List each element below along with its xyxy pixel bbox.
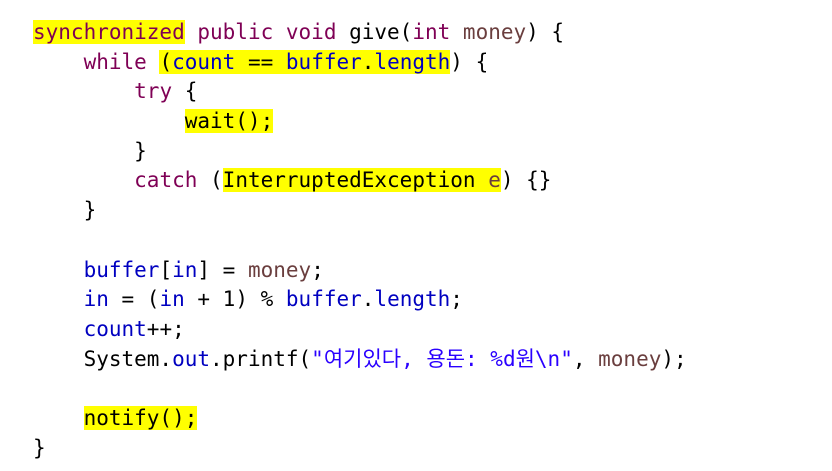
highlighted-token: notify();	[83, 405, 198, 430]
code-token: public	[197, 20, 274, 44]
code-line: }	[33, 137, 687, 167]
code-token: void	[285, 20, 337, 44]
code-token: money	[462, 20, 527, 44]
code-token: catch	[134, 168, 198, 193]
code-line: notify();	[33, 404, 687, 434]
code-token: count	[83, 316, 147, 341]
code-token: .	[361, 287, 375, 312]
code-token: ) {	[526, 20, 565, 44]
code-token: in	[159, 287, 185, 312]
code-token: int	[412, 20, 451, 44]
code-line: while (count == buffer.length) {	[33, 48, 687, 78]
code-line: synchronized public void give(int money)…	[33, 18, 687, 48]
code-line: System.out.printf("여기있다, 용돈: %d원\n", mon…	[33, 345, 687, 375]
highlighted-token: InterruptedException	[222, 168, 489, 193]
code-token: .printf(	[210, 346, 312, 371]
code-token: in	[83, 287, 109, 312]
code-token: money	[598, 346, 662, 371]
code-token: System.	[33, 346, 173, 371]
code-token: }	[33, 198, 97, 223]
code-token: out	[172, 346, 211, 371]
highlighted-token: .	[361, 49, 375, 74]
code-token: try	[134, 79, 173, 104]
code-token: ;	[450, 287, 463, 312]
code-token: give(	[336, 20, 413, 44]
code-token: in	[172, 257, 198, 282]
code-line: count++;	[33, 315, 687, 345]
highlighted-token: count	[172, 49, 236, 74]
code-line: }	[33, 434, 687, 464]
highlighted-token: buffer	[285, 49, 362, 74]
code-token: ) {	[450, 49, 489, 74]
code-token: (	[197, 168, 223, 193]
code-line: buffer[in] = money;	[33, 256, 687, 286]
code-token: [	[159, 257, 173, 282]
highlighted-token: synchronized	[33, 20, 185, 44]
code-token: );	[661, 346, 687, 371]
code-token: ;	[311, 257, 324, 282]
code-token: + 1) %	[184, 287, 286, 312]
code-token: ) {}	[500, 168, 552, 193]
code-token: }	[33, 435, 46, 460]
code-line: catch (InterruptedException e) {}	[33, 166, 687, 196]
code-token: money	[247, 257, 312, 282]
code-token: {	[172, 79, 198, 104]
code-token: ] =	[197, 257, 248, 282]
code-line: in = (in + 1) % buffer.length;	[33, 285, 687, 315]
code-token: "여기있다, 용돈: %d원\n"	[311, 346, 573, 371]
code-line: }	[33, 196, 687, 226]
code-token: buffer	[285, 287, 362, 312]
code-token: while	[83, 49, 147, 74]
highlighted-token: wait();	[184, 109, 274, 134]
code-token: buffer	[83, 257, 160, 282]
highlighted-token: length	[374, 49, 451, 74]
code-block: synchronized public void give(int money)…	[33, 18, 687, 463]
highlighted-token: (	[159, 49, 173, 74]
highlighted-token: e	[488, 168, 501, 193]
code-token: ++;	[146, 316, 185, 341]
code-line: try {	[33, 77, 687, 107]
code-token: = (	[108, 287, 160, 312]
code-token: ,	[572, 346, 599, 371]
code-line: wait();	[33, 107, 687, 137]
code-token: length	[374, 287, 451, 312]
code-token: }	[33, 138, 147, 163]
highlighted-token: ==	[235, 49, 286, 74]
